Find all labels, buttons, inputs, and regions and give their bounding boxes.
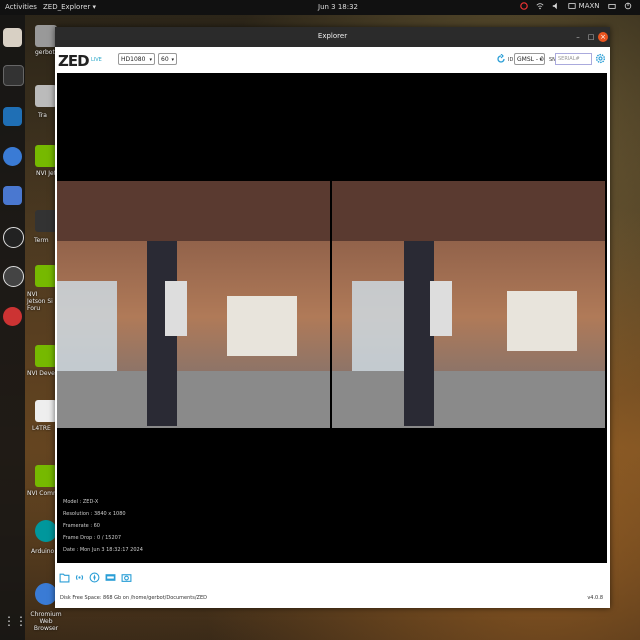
clock[interactable]: Jun 3 18:32 <box>318 3 358 11</box>
desktop-icon-label: Tra <box>38 112 47 119</box>
help-icon[interactable] <box>3 307 22 326</box>
obs-icon[interactable] <box>3 227 24 248</box>
fps-select[interactable]: 60 ▾ <box>158 53 177 65</box>
resolution-text: Resolution : 3840 x 1080 <box>63 511 126 517</box>
refresh-icon[interactable] <box>496 54 506 64</box>
desktop-icon-label: L4TRE <box>32 425 51 432</box>
resolution-value: HD1080 <box>121 56 146 63</box>
nvidia-jetson-icon[interactable] <box>35 145 57 167</box>
zed-logo: ZED <box>58 52 90 70</box>
frame-drop-text: Frame Drop : 0 / 15207 <box>63 535 122 541</box>
fps-value: 60 <box>161 56 169 63</box>
home-folder-icon[interactable] <box>35 25 57 47</box>
arduino-icon[interactable] <box>35 520 57 542</box>
power-mode-label[interactable]: MAXN <box>579 2 600 10</box>
power-mode-icon[interactable] <box>568 2 577 10</box>
dock: ⋮⋮ <box>0 15 27 640</box>
chromium-shortcut-icon[interactable] <box>35 583 57 605</box>
camera-snapshot-icon[interactable] <box>121 572 132 583</box>
bottom-bar: Disk Free Space: 868 Gb on /home/gerbot/… <box>55 563 610 608</box>
camera-viewer[interactable]: Model : ZED-X Resolution : 3840 x 1080 F… <box>57 73 607 563</box>
close-button[interactable]: × <box>598 32 608 42</box>
chevron-down-icon: ▾ <box>171 57 174 63</box>
framerate-text: Framerate : 60 <box>63 523 100 529</box>
minimize-button[interactable]: – <box>573 32 583 42</box>
nvidia-icon[interactable] <box>519 2 528 10</box>
folder-icon[interactable] <box>59 572 70 583</box>
disk-space-text: Disk Free Space: 868 Gb on /home/gerbot/… <box>60 595 207 601</box>
system-tray[interactable]: MAXN <box>514 2 632 10</box>
chromium-icon[interactable] <box>3 147 22 166</box>
activities-button[interactable]: Activities <box>5 3 37 11</box>
version-text: v4.0.8 <box>587 595 603 601</box>
stream-icon[interactable] <box>74 572 85 583</box>
app-menu[interactable]: ZED_Explorer ▾ <box>43 3 96 11</box>
title-bar[interactable]: Explorer – □ × <box>55 27 610 47</box>
desktop-icon-label: gerbot <box>35 49 55 56</box>
chevron-down-icon: ▾ <box>149 57 152 63</box>
chevron-down-icon: ▾ <box>539 57 542 63</box>
live-label: LIVE <box>91 57 102 63</box>
desktop-icon-label: Term <box>34 237 49 244</box>
compass-icon[interactable] <box>89 572 100 583</box>
speaker-icon[interactable] <box>552 2 560 10</box>
date-text: Date : Mon Jun 3 18:32:17 2024 <box>63 547 143 553</box>
nvidia-developer-icon[interactable] <box>35 345 57 367</box>
explorer-window: Explorer – □ × ZED LIVE HD1080 ▾ 60 ▾ ID G… <box>55 27 610 608</box>
power-icon[interactable] <box>624 2 632 10</box>
serial-number-input[interactable]: SERIAL# <box>555 53 592 65</box>
nvidia-community-icon[interactable] <box>35 465 57 487</box>
nvidia-forum-icon[interactable] <box>35 265 57 287</box>
desktop-icon-label: NVI Jetson Si Foru <box>27 291 53 312</box>
camera-info-panel: Model : ZED-X Resolution : 3840 x 1080 F… <box>63 496 143 556</box>
top-bar: Activities ZED_Explorer ▾ Jun 3 18:32 MA… <box>0 0 640 15</box>
maximize-button[interactable]: □ <box>586 32 596 42</box>
right-camera-image <box>332 181 605 428</box>
toolbar: ZED LIVE HD1080 ▾ 60 ▾ ID GMSL - 0 ▾ SN SER… <box>55 47 610 73</box>
record-video-icon[interactable] <box>105 572 116 583</box>
software-icon[interactable] <box>3 266 24 287</box>
vscode-icon[interactable] <box>3 107 22 126</box>
resolution-select[interactable]: HD1080 ▾ <box>118 53 155 65</box>
network-icon[interactable] <box>608 2 616 10</box>
model-text: Model : ZED-X <box>63 499 99 505</box>
trash-icon[interactable] <box>35 85 57 107</box>
l4t-readme-icon[interactable] <box>35 400 57 422</box>
camera-id-select[interactable]: GMSL - 0 ▾ <box>514 53 545 65</box>
screenshot-icon[interactable] <box>3 186 22 205</box>
terminal-icon[interactable] <box>3 65 24 86</box>
window-title: Explorer <box>317 32 348 40</box>
gear-icon[interactable] <box>595 53 606 64</box>
wifi-icon[interactable] <box>536 2 544 10</box>
app-grid-icon[interactable]: ⋮⋮ <box>3 612 27 631</box>
files-icon[interactable] <box>3 28 22 47</box>
terminal-shortcut-icon[interactable] <box>35 210 57 232</box>
desktop-icon-label: Chromium Web Browser <box>30 611 62 632</box>
left-camera-image <box>57 181 330 428</box>
id-label: ID <box>508 57 514 63</box>
